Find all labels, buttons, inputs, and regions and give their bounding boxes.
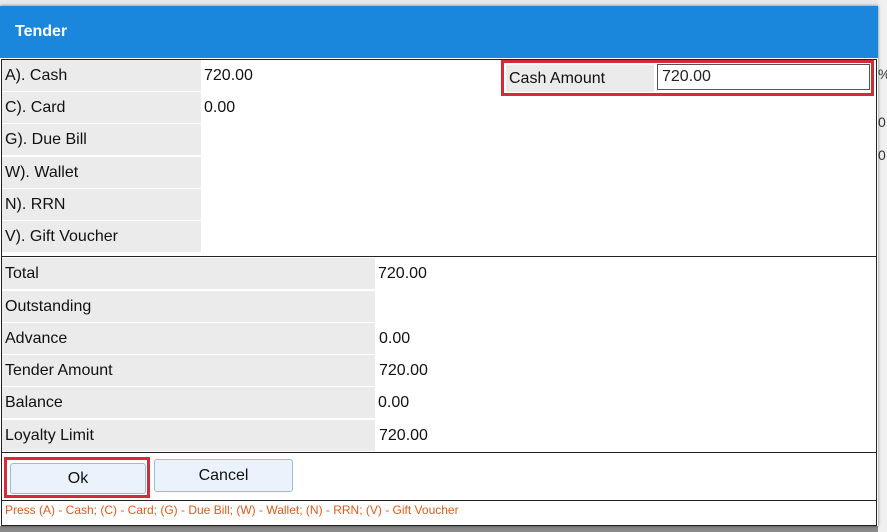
tender-value: 0.00 [204,99,236,116]
hint-section: Press (A) - Cash; (C) - Card; (G) - Due … [2,501,876,525]
background-text-fragment: % [878,66,887,82]
summary-label: Balance [2,387,375,418]
button-bar: Ok Cancel [2,453,876,501]
summary-section: Total 720.00 Outstanding Advance 0.00 Te… [2,257,876,453]
summary-label: Outstanding [2,291,375,322]
tender-label: C). Card [2,92,201,123]
ok-button-highlight: Ok [4,457,150,498]
background-text-fragment: 0. [878,147,887,163]
summary-value: 720.00 [379,362,428,379]
summary-label: Advance [2,323,375,354]
cash-amount-highlight: Cash Amount [501,60,874,96]
shortcut-hint: Press (A) - Cash; (C) - Card; (G) - Due … [5,503,459,517]
summary-value: 0.00 [379,330,411,347]
tender-label: V). Gift Voucher [2,221,201,252]
tender-label: A). Cash [2,60,201,91]
summary-value: 720.00 [378,265,427,282]
summary-value: 720.00 [379,427,428,444]
summary-label: Total [2,258,375,289]
summary-label: Loyalty Limit [2,420,375,451]
tender-modes-section: A). Cash 720.00 C). Card 0.00 G). Due Bi… [2,60,876,257]
cash-amount-input[interactable] [657,64,870,90]
cancel-button[interactable]: Cancel [154,459,293,492]
tender-label: W). Wallet [2,157,201,188]
tender-value: 720.00 [204,67,253,84]
cash-amount-label: Cash Amount [506,65,654,92]
tender-label: N). RRN [2,189,201,220]
background-right-strip: % 0. 0. [878,0,887,532]
summary-value: 0.00 [378,394,410,411]
summary-label: Tender Amount [2,355,375,386]
tender-dialog: Tender A). Cash 720.00 C). Card 0.00 G).… [0,6,878,526]
tender-label: G). Due Bill [2,124,201,155]
ok-button[interactable]: Ok [10,463,146,494]
dialog-content: A). Cash 720.00 C). Card 0.00 G). Due Bi… [1,59,877,526]
background-text-fragment: 0. [878,114,887,130]
dialog-title: Tender [0,6,878,58]
